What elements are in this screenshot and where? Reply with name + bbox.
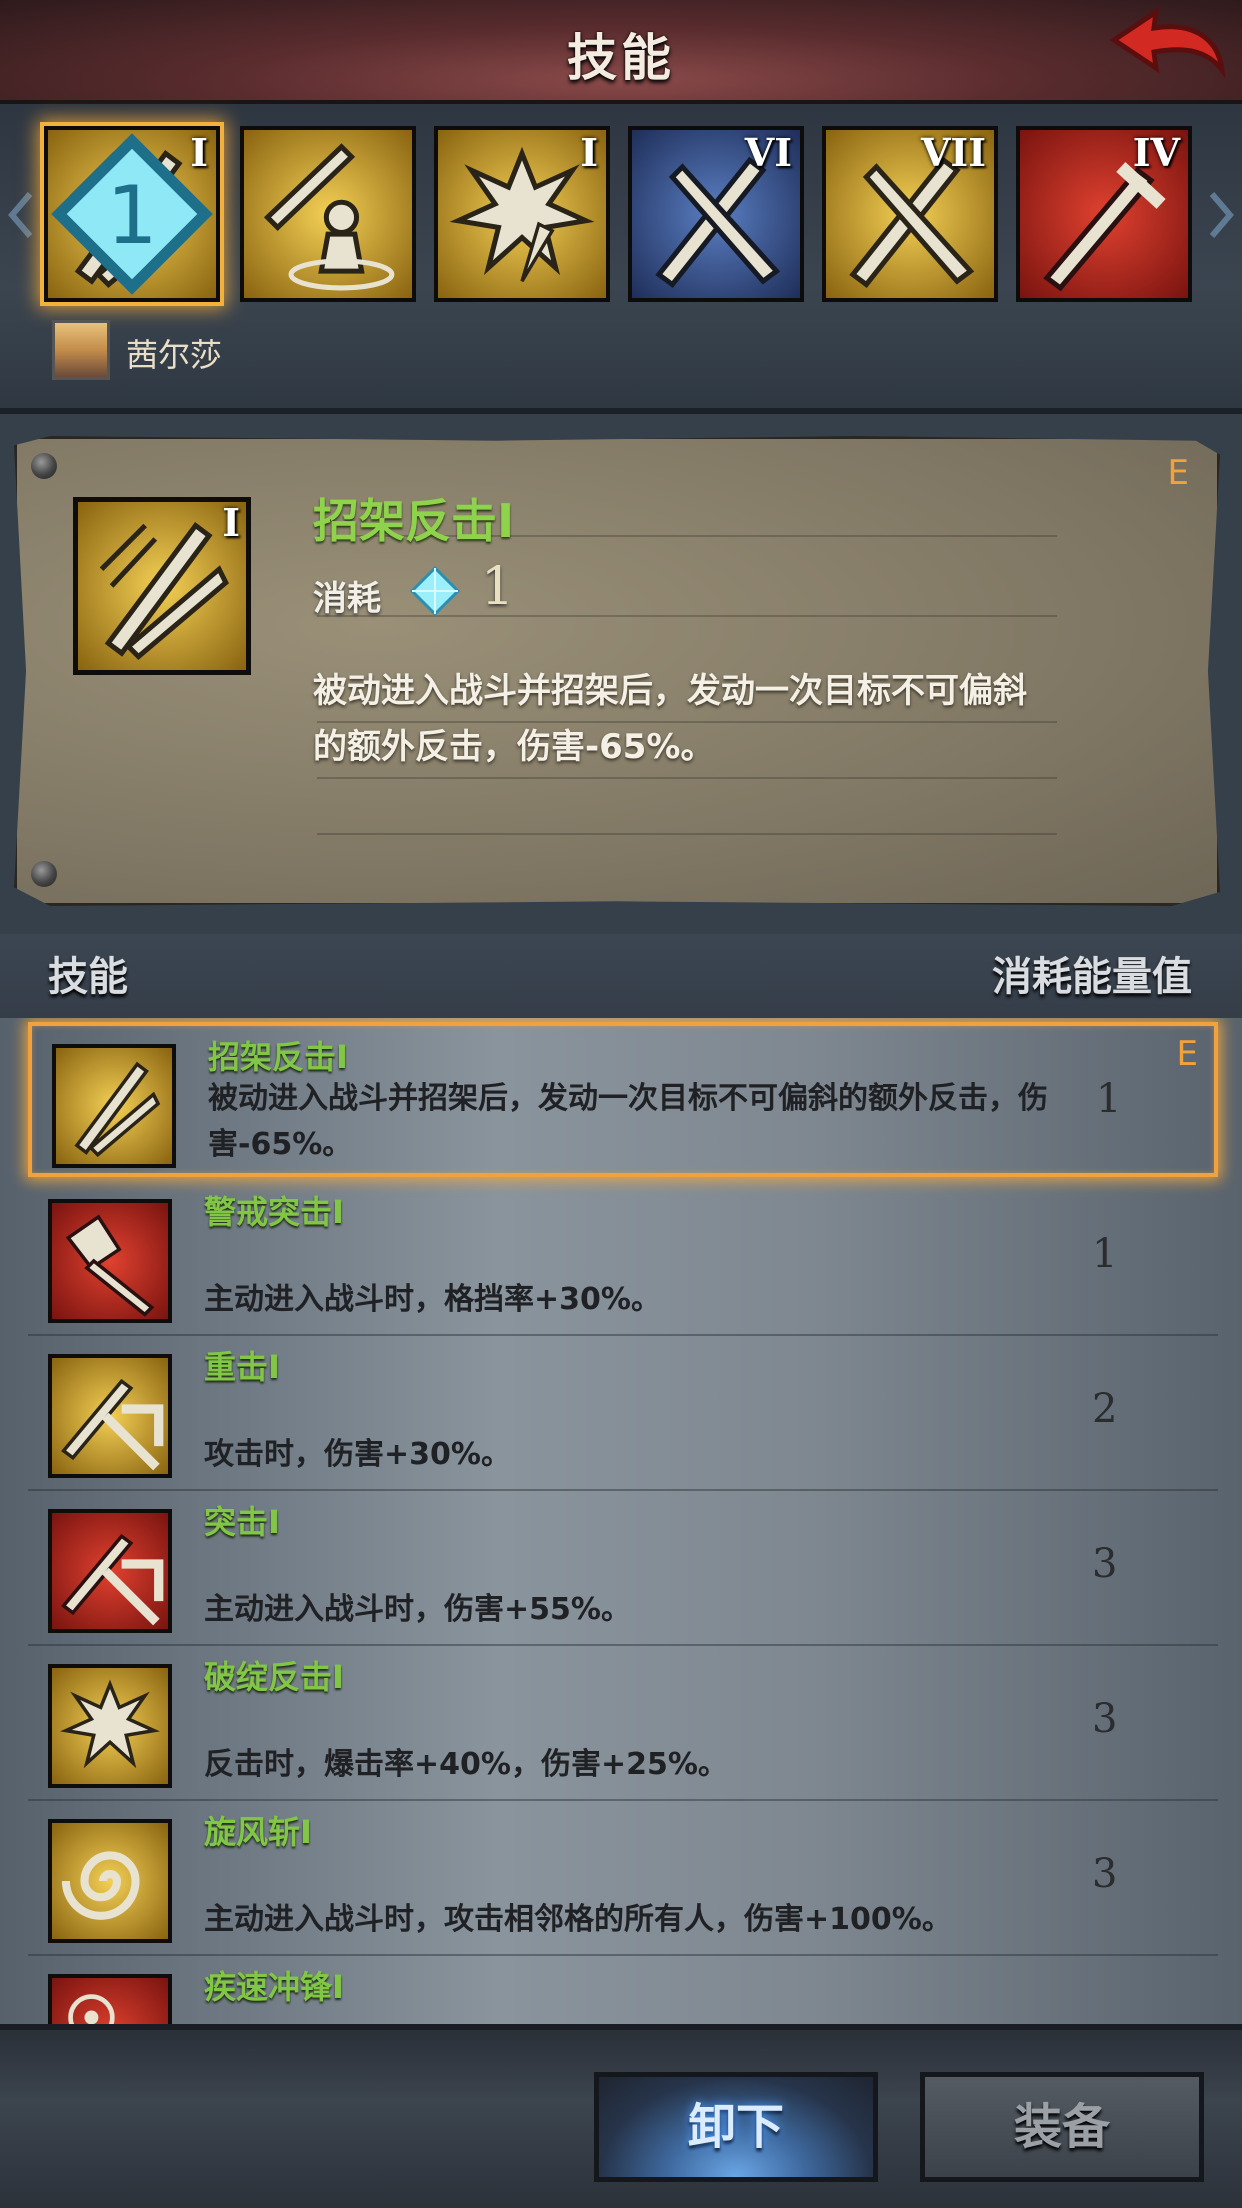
skill-detail-icon: I [73,497,251,675]
burst-swords-icon [52,1668,168,1784]
hero-portrait-avatar[interactable] [52,320,110,380]
skill-name: 疾速冲锋I [204,1968,344,2006]
skill-cost: 3 [1092,1696,1118,1742]
cost-value: 1 [481,557,515,617]
skill-row[interactable]: 警戒突击I 主动进入战斗时，格挡率+30%。 1 [28,1181,1218,1336]
skill-cost: 3 [1092,1851,1118,1897]
cost-label: 消耗 [313,579,381,619]
skill-icon [48,1664,172,1788]
skill-row[interactable]: 重击I 攻击时，伤害+30%。 2 [28,1336,1218,1491]
skill-list-header: 技能 消耗能量值 [0,934,1242,1018]
skill-desc: 主动进入战斗时，伤害+55%。 [204,1592,631,1627]
skill-slot-5[interactable]: VII [822,126,998,302]
skill-name: 警戒突击I [204,1193,344,1231]
assault-icon [52,1513,168,1629]
skill-row[interactable]: 破绽反击I 反击时，爆击率+40%，伤害+25%。 3 [28,1646,1218,1801]
energy-gem-icon: 1 [51,133,213,295]
skill-row[interactable]: 突击I 主动进入战斗时，伤害+55%。 3 [28,1491,1218,1646]
unequip-button[interactable]: 卸下 [594,2072,878,2182]
skill-slot-6[interactable]: IV [1016,126,1192,302]
skill-cost: 1 [1096,1076,1122,1122]
skill-icon [48,1509,172,1633]
skill-grade: E [1167,453,1189,493]
skill-icon [48,1974,172,2024]
equip-button[interactable]: 装备 [920,2072,1204,2182]
whirlwind-icon [52,1823,168,1939]
skill-name: 招架反击I [208,1038,348,1076]
skill-cost: 3 [1092,1541,1118,1587]
skill-icon [52,1044,176,1168]
skill-level: I [580,130,598,175]
skill-list[interactable]: 招架反击I 被动进入战斗并招架后，发动一次目标不可偏斜的额外反击，伤害-65%。… [0,1018,1242,2024]
skill-icon [48,1199,172,1323]
skill-slot-3[interactable]: I [434,126,610,302]
heavy-strike-icon [52,1358,168,1474]
skill-title: 招架反击I [313,494,515,548]
divider [317,777,1057,779]
skill-slot-1[interactable]: I 1 [40,122,224,306]
skill-level: I [222,500,240,545]
chevron-left-icon[interactable] [6,190,36,240]
skill-grade: E [1176,1034,1198,1074]
skill-desc: 被动进入战斗并招架后，发动一次目标不可偏斜的额外反击，伤害-65%。 [208,1081,1048,1162]
chevron-right-icon[interactable] [1206,190,1236,240]
parry-swords-icon [56,1048,172,1164]
slot-cost: 1 [106,168,157,262]
skill-icon [48,1819,172,1943]
skill-name: 破绽反击I [204,1658,344,1696]
skill-desc: 主动进入战斗时，格挡率+30%。 [204,1282,661,1317]
page-title: 技能 [567,29,675,87]
skill-slot-4[interactable]: VI [628,126,804,302]
shield-strike-icon [52,1203,168,1319]
energy-gem-icon [409,565,461,617]
skill-name: 重击I [204,1348,280,1386]
parry-swords-icon [78,502,246,670]
skill-row[interactable]: 招架反击I 被动进入战斗并招架后，发动一次目标不可偏斜的额外反击，伤害-65%。… [28,1022,1218,1177]
skill-cost: 1 [1092,1231,1118,1277]
skill-detail-card: I 招架反击I E 消耗 1 被动进入战斗并招架后，发动一次目标不可偏斜的额外反… [14,436,1220,906]
hero-name: 茜尔莎 [126,336,223,374]
rivet-icon [31,861,57,887]
skill-slot-2[interactable] [240,126,416,302]
bottom-action-bar: 卸下 装备 [0,2024,1242,2208]
divider [317,833,1057,835]
skill-desc: 反击时，爆击率+40%，伤害+25%。 [204,1747,728,1782]
skill-icon [48,1354,172,1478]
skill-desc: 主动进入战斗时，攻击相邻格的所有人，伤害+100%。 [204,1902,952,1937]
skill-name: 突击I [204,1503,280,1541]
skill-row[interactable]: 疾速冲锋I [28,1956,1218,2024]
column-cost-label: 消耗能量值 [992,954,1192,1000]
skill-cost: 2 [1092,1386,1118,1432]
skill-name: 旋风斩I [204,1813,312,1851]
skill-desc: 攻击时，伤害+30%。 [204,1437,511,1472]
skill-level: IV [1132,130,1180,175]
meditation-sword-icon [244,130,412,298]
rivet-icon [31,453,57,479]
top-bar: 技能 [0,0,1242,104]
skill-row[interactable]: 旋风斩I 主动进入战斗时，攻击相邻格的所有人，伤害+100%。 3 [28,1801,1218,1956]
charge-icon [52,1978,168,2024]
column-skill-label: 技能 [48,954,128,1000]
back-arrow-icon[interactable] [1104,6,1228,90]
skill-level: VI [744,130,792,175]
skill-detail-panel: I 招架反击I E 消耗 1 被动进入战斗并招架后，发动一次目标不可偏斜的额外反… [0,414,1242,934]
skill-description: 被动进入战斗并招架后，发动一次目标不可偏斜的额外反击，伤害-65%。 [313,671,1027,767]
skill-level: VII [920,130,986,175]
